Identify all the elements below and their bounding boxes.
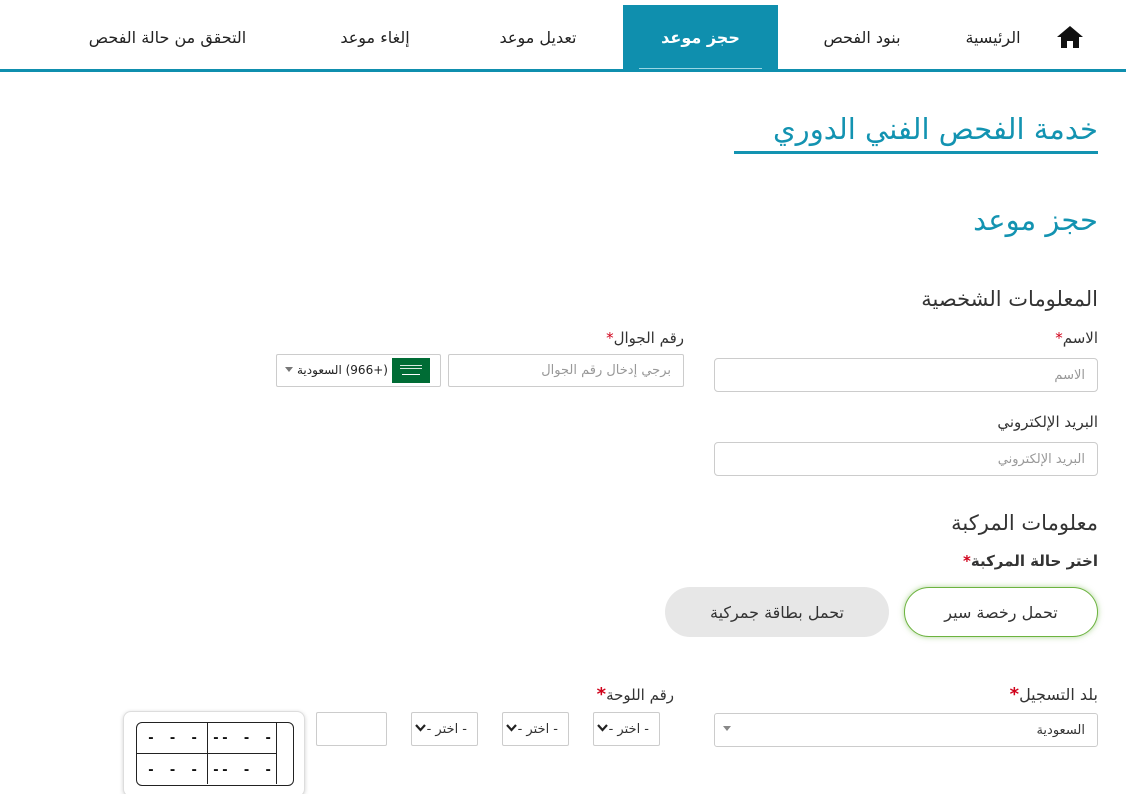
- plate-bottom-numbers: - - - -: [147, 763, 223, 778]
- personal-info-heading: المعلومات الشخصية: [921, 287, 1098, 311]
- title-underline: [734, 151, 1098, 154]
- plate-select-value: - اختر -: [608, 722, 649, 737]
- active-tab-underline: [639, 68, 762, 69]
- caret-down-icon: [285, 367, 293, 372]
- nav-label: تعديل موعد: [499, 27, 577, 47]
- mobile-input[interactable]: برجي إدخال رقم الجوال: [448, 354, 684, 387]
- plate-select-value: - اختر -: [426, 722, 467, 737]
- home-icon[interactable]: [1055, 24, 1085, 50]
- nav-label: بنود الفحص: [823, 27, 901, 47]
- plate-letter-select-1[interactable]: - اختر -: [593, 712, 660, 746]
- mobile-placeholder: برجي إدخال رقم الجوال: [541, 363, 671, 378]
- chevron-down-icon: [415, 724, 426, 732]
- name-placeholder: الاسم: [1054, 367, 1085, 383]
- nav-item-check-status[interactable]: التحقق من حالة الفحص: [60, 5, 275, 69]
- nav-label: التحقق من حالة الفحص: [88, 27, 247, 47]
- required-mark: *: [1009, 684, 1020, 705]
- nav-item-modify-appointment[interactable]: تعديل موعد: [466, 5, 610, 69]
- name-input[interactable]: الاسم: [714, 358, 1098, 392]
- nav-item-home[interactable]: الرئيسية: [945, 5, 1041, 69]
- vehicle-status-label: اختر حالة المركبة*: [963, 552, 1098, 570]
- email-placeholder: البريد الإلكتروني: [997, 451, 1085, 467]
- name-label-text: الاسم: [1062, 329, 1098, 347]
- nav-item-cancel-appointment[interactable]: إلغاء موعد: [305, 5, 445, 69]
- required-mark: *: [606, 329, 614, 347]
- mobile-label: رقم الجوال*: [606, 329, 684, 347]
- plate-preview-card: - - - - - - - - - - - - - -: [123, 711, 305, 794]
- chevron-down-icon: [597, 724, 608, 732]
- registration-country-label: بلد التسجيل*: [1010, 684, 1098, 705]
- nav-label: حجز موعد: [661, 27, 740, 47]
- vehicle-status-label-text: اختر حالة المركبة: [970, 552, 1098, 570]
- plate-number-input[interactable]: [316, 712, 387, 746]
- plate-top-letters: - - -: [221, 731, 276, 746]
- status-option-license[interactable]: تحمل رخصة سير: [904, 587, 1098, 637]
- required-mark: *: [596, 684, 607, 705]
- plate-preview: - - - - - - - - - - - - - -: [136, 722, 294, 786]
- plate-select-value: - اختر -: [517, 722, 558, 737]
- service-title: خدمة الفحص الفني الدوري: [772, 112, 1098, 146]
- nav-label: إلغاء موعد: [340, 27, 410, 47]
- plate-number-label: رقم اللوحة*: [597, 684, 674, 705]
- plate-number-label-text: رقم اللوحة: [606, 686, 674, 704]
- plate-letter-select-2[interactable]: - اختر -: [502, 712, 569, 746]
- registration-country-label-text: بلد التسجيل: [1019, 685, 1098, 704]
- email-input[interactable]: البريد الإلكتروني: [714, 442, 1098, 476]
- plate-bottom-letters: - - -: [221, 763, 276, 778]
- plate-divider: [137, 753, 277, 754]
- saudi-flag-icon: [392, 358, 430, 383]
- status-option-label: تحمل رخصة سير: [944, 602, 1058, 622]
- required-mark: *: [963, 552, 971, 570]
- plate-letter-select-3[interactable]: - اختر -: [411, 712, 478, 746]
- country-code-select[interactable]: (+966) السعودية: [276, 354, 441, 387]
- email-label: البريد الإلكتروني: [997, 413, 1098, 431]
- status-option-label: تحمل بطاقة جمركية: [710, 602, 844, 622]
- vehicle-info-heading: معلومات المركبة: [951, 511, 1098, 535]
- mobile-label-text: رقم الجوال: [613, 329, 684, 347]
- nav-label: الرئيسية: [965, 27, 1021, 47]
- registration-country-value: السعودية: [1036, 723, 1085, 738]
- nav-item-book-appointment[interactable]: حجز موعد: [623, 5, 778, 69]
- nav-item-inspection-items[interactable]: بنود الفحص: [795, 5, 929, 69]
- status-option-customs-card[interactable]: تحمل بطاقة جمركية: [665, 587, 889, 637]
- country-code-value: (+966) السعودية: [297, 363, 388, 377]
- top-navigation: بنود الفحص الرئيسية حجز موعد تعديل موعد …: [0, 0, 1126, 72]
- name-label: الاسم*: [1055, 329, 1098, 347]
- required-mark: *: [1055, 329, 1063, 347]
- chevron-down-icon: [506, 724, 517, 732]
- registration-country-select[interactable]: السعودية: [714, 713, 1098, 747]
- plate-top-numbers: - - - -: [147, 731, 223, 746]
- caret-down-icon: [723, 726, 731, 731]
- page-title: حجز موعد: [973, 203, 1098, 237]
